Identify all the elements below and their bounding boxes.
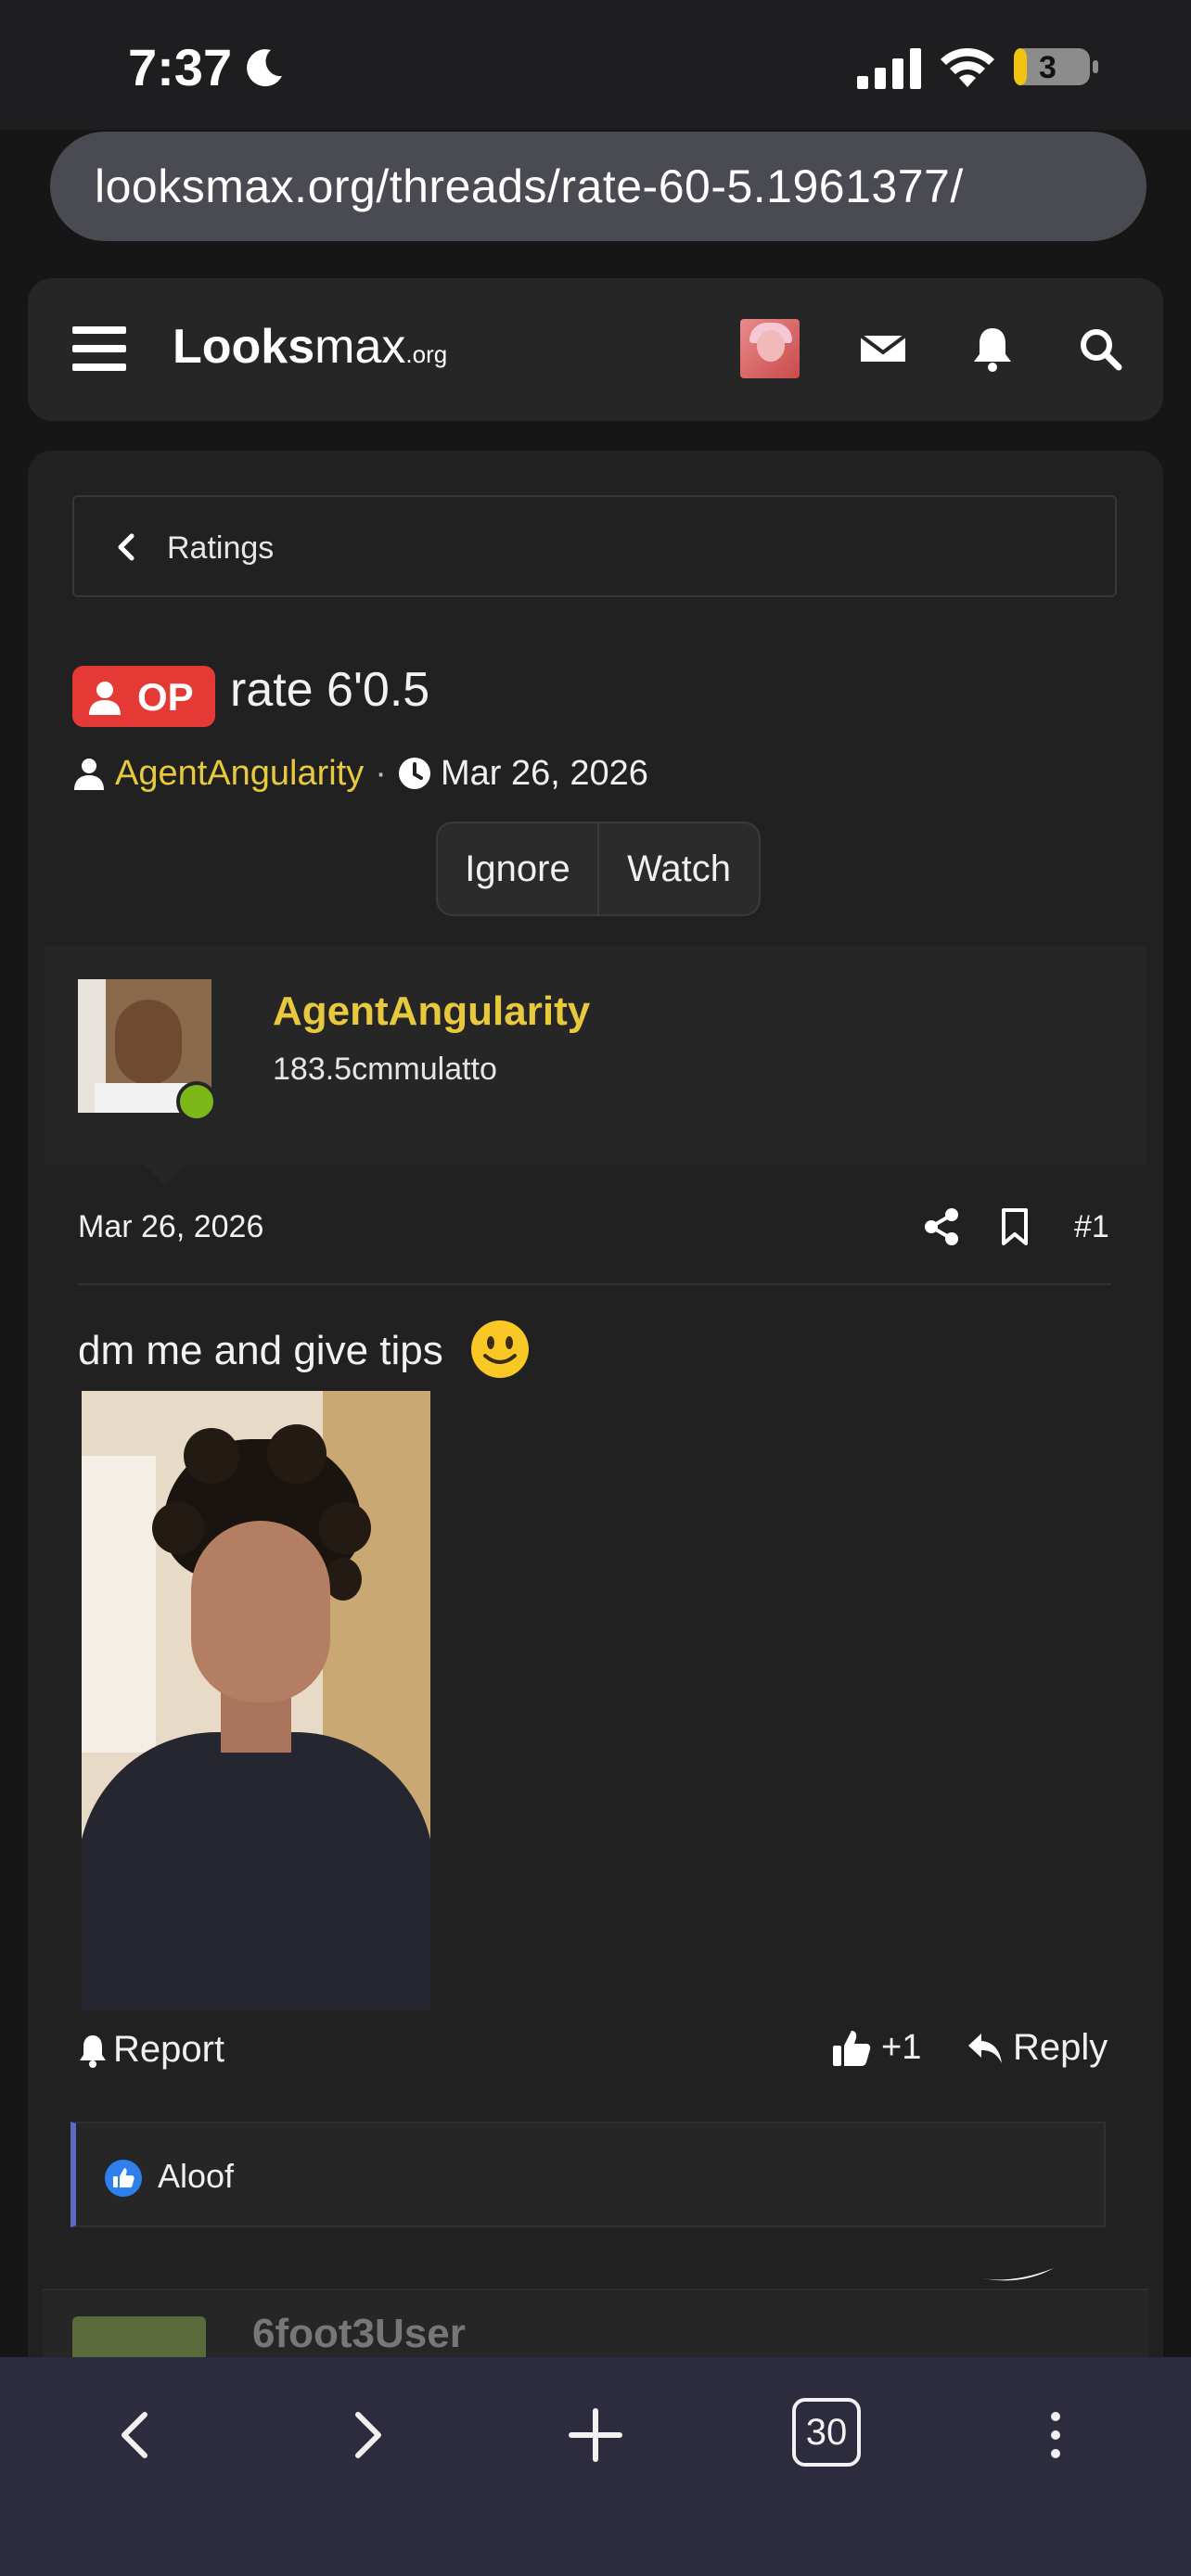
post-attached-photo[interactable] — [82, 1391, 430, 2010]
post-divider — [78, 1283, 1111, 1285]
report-label: Report — [113, 2029, 225, 2070]
bookmark-icon[interactable] — [1000, 1207, 1030, 1246]
post-username[interactable]: AgentAngularity — [273, 988, 590, 1035]
cellular-signal-icon — [857, 48, 921, 89]
thread-date[interactable]: Mar 26, 2026 — [441, 754, 648, 794]
next-post-username[interactable]: 6foot3User — [252, 2311, 466, 2357]
thread-title: rate 6'0.5 — [230, 663, 430, 717]
swoosh-decoration — [978, 2268, 1054, 2281]
like-count: +1 — [881, 2027, 922, 2067]
address-bar[interactable]: looksmax.org/threads/rate-60-5.1961377/ — [50, 132, 1146, 241]
logo-light: max — [314, 320, 406, 374]
report-button[interactable]: Report — [78, 2029, 224, 2071]
post-date[interactable]: Mar 26, 2026 — [78, 1209, 263, 1245]
thread-action-buttons: Ignore Watch — [436, 822, 761, 916]
share-icon[interactable] — [924, 1207, 959, 1246]
like-button[interactable]: +1 — [831, 2027, 921, 2068]
tab-switcher-button[interactable]: 30 — [792, 2398, 861, 2467]
post-user-block: AgentAngularity 183.5cmmulatto — [45, 946, 1146, 1185]
user-icon — [74, 759, 104, 790]
clock-icon — [398, 758, 430, 789]
thread-card: Ratings OP rate 6'0.5 AgentAngularity · … — [28, 451, 1163, 2476]
reaction-user-link[interactable]: Aloof — [158, 2157, 234, 2196]
bell-icon — [80, 2034, 106, 2068]
more-vertical-icon[interactable] — [1028, 2407, 1083, 2463]
breadcrumb-label[interactable]: Ratings — [167, 530, 274, 567]
op-prefix-label: OP — [137, 675, 194, 719]
battery-icon: 3 — [1013, 45, 1100, 89]
chevron-right-icon[interactable] — [338, 2407, 393, 2463]
status-time: 7:37 — [128, 38, 233, 96]
wifi-icon — [941, 47, 994, 87]
plus-icon[interactable] — [568, 2407, 623, 2463]
browser-toolbar: 30 — [0, 2357, 1191, 2576]
reply-label: Reply — [1013, 2027, 1108, 2068]
search-icon[interactable] — [1074, 323, 1126, 375]
logo-suffix: .org — [405, 340, 448, 368]
battery-level: 3 — [1039, 50, 1057, 85]
meta-separator: · — [375, 753, 387, 793]
user-icon — [89, 682, 121, 715]
thread-author-link[interactable]: AgentAngularity — [115, 754, 364, 794]
ignore-button[interactable]: Ignore — [438, 823, 597, 914]
reactions-bar[interactable]: Aloof — [70, 2122, 1106, 2227]
url-text[interactable]: looksmax.org/threads/rate-60-5.1961377/ — [95, 159, 964, 213]
thumbs-up-icon — [833, 2031, 871, 2066]
moon-icon — [247, 49, 282, 87]
chevron-left-icon — [118, 533, 134, 561]
site-logo[interactable]: Looksmax.org — [173, 319, 447, 375]
op-prefix-badge: OP — [72, 666, 215, 727]
breadcrumb[interactable]: Ratings — [72, 495, 1117, 597]
user-block-arrow — [145, 1165, 186, 1185]
logo-main: Looks — [173, 320, 315, 374]
like-reaction-icon — [105, 2160, 142, 2197]
account-avatar[interactable] — [740, 319, 800, 378]
post-number-link[interactable]: #1 — [1074, 1209, 1109, 1245]
reply-icon — [968, 2033, 1002, 2063]
online-status-indicator — [176, 1081, 217, 1122]
post-body-text: dm me and give tips — [78, 1328, 443, 1373]
envelope-icon[interactable] — [857, 323, 909, 375]
bell-icon[interactable] — [967, 323, 1018, 375]
chevron-left-icon[interactable] — [109, 2407, 165, 2463]
status-bar: 7:37 3 looksmax.org/threads/rate-60-5.19… — [0, 0, 1191, 241]
site-header: Looksmax.org — [28, 278, 1163, 421]
watch-button[interactable]: Watch — [597, 823, 759, 914]
user-title: 183.5cmmulatto — [273, 1052, 497, 1087]
thread-meta: AgentAngularity · Mar 26, 2026 — [72, 746, 648, 801]
hamburger-icon[interactable] — [72, 325, 126, 373]
reply-button[interactable]: Reply — [967, 2027, 1108, 2069]
smile-emoji-icon — [471, 1320, 529, 1378]
